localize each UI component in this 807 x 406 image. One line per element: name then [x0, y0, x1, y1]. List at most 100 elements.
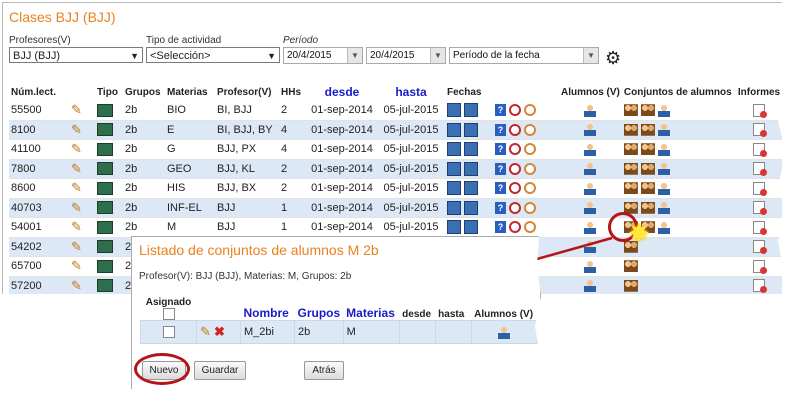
users-icon[interactable]	[623, 123, 638, 136]
user-icon[interactable]	[584, 259, 597, 273]
users-edit-icon[interactable]	[640, 104, 655, 117]
date-from-select[interactable]: 20/4/2015 ▼	[283, 47, 363, 64]
calendar-icon[interactable]	[447, 181, 461, 196]
users-icon[interactable]	[623, 260, 638, 273]
date-to-select[interactable]: 20/4/2015 ▼	[366, 47, 446, 64]
user-icon[interactable]	[584, 201, 597, 215]
calendar-icon[interactable]	[447, 142, 461, 157]
user-icon[interactable]	[584, 181, 597, 195]
col-hhs[interactable]: HHs	[279, 83, 307, 101]
calendar-icon[interactable]	[447, 103, 461, 118]
col-alumnos[interactable]: Alumnos (V)	[559, 83, 622, 101]
pencil-icon[interactable]: ✎	[71, 258, 82, 273]
col-grupos[interactable]: Grupos	[295, 297, 344, 321]
pencil-icon[interactable]: ✎	[200, 324, 211, 339]
users-icon[interactable]	[623, 143, 638, 156]
calendar-icon[interactable]	[447, 161, 461, 176]
report-icon[interactable]	[753, 181, 767, 196]
help-icon[interactable]: ?	[495, 123, 506, 136]
user-icon[interactable]	[584, 142, 597, 156]
tipo-select[interactable]: <Selección> ▼	[146, 47, 280, 63]
clock-icon[interactable]	[509, 182, 522, 195]
calendar-week-icon[interactable]	[464, 220, 479, 235]
pencil-icon[interactable]: ✎	[71, 239, 82, 254]
col-nombre[interactable]: Nombre	[241, 297, 295, 321]
col-tipo[interactable]: Tipo	[95, 83, 123, 101]
user-icon[interactable]	[658, 201, 671, 215]
clock-add-icon[interactable]	[524, 123, 537, 136]
col-grupos[interactable]: Grupos	[123, 83, 165, 101]
clock-icon[interactable]	[509, 162, 522, 175]
users-icon[interactable]	[623, 104, 638, 117]
pencil-icon[interactable]: ✎	[71, 161, 82, 176]
user-icon[interactable]	[658, 162, 671, 176]
calendar-week-icon[interactable]	[464, 122, 479, 137]
calendar-icon[interactable]	[447, 200, 461, 215]
user-icon[interactable]	[584, 220, 597, 234]
user-icon[interactable]	[584, 103, 597, 117]
users-icon[interactable]	[623, 162, 638, 175]
calendar-week-icon[interactable]	[464, 161, 479, 176]
row-checkbox[interactable]	[162, 326, 175, 339]
gear-icon[interactable]: ⚙	[605, 49, 621, 67]
users-edit-icon[interactable]	[640, 143, 655, 156]
clock-icon[interactable]	[509, 221, 522, 234]
report-icon[interactable]	[753, 259, 767, 274]
clock-add-icon[interactable]	[524, 201, 537, 214]
clock-icon[interactable]	[509, 123, 522, 136]
col-materias[interactable]: Materias	[343, 297, 399, 321]
users-icon[interactable]	[623, 182, 638, 195]
help-icon[interactable]: ?	[495, 162, 506, 175]
clock-icon[interactable]	[509, 104, 522, 117]
report-icon[interactable]	[753, 201, 767, 216]
delete-icon[interactable]: ✖	[214, 324, 225, 339]
report-icon[interactable]	[753, 123, 767, 138]
calendar-week-icon[interactable]	[464, 142, 479, 157]
col-num[interactable]: Núm.lect.	[9, 83, 69, 101]
report-icon[interactable]	[753, 240, 767, 255]
pencil-icon[interactable]: ✎	[71, 180, 82, 195]
user-icon[interactable]	[658, 142, 671, 156]
user-icon[interactable]	[584, 162, 597, 176]
help-icon[interactable]: ?	[495, 104, 506, 117]
col-materias[interactable]: Materias	[165, 83, 215, 101]
help-icon[interactable]: ?	[495, 201, 506, 214]
col-desde[interactable]: desde	[307, 83, 377, 101]
users-edit-icon[interactable]	[640, 182, 655, 195]
atras-button[interactable]: Atrás	[304, 361, 344, 380]
calendar-week-icon[interactable]	[464, 181, 479, 196]
report-icon[interactable]	[753, 142, 767, 157]
help-icon[interactable]: ?	[495, 221, 506, 234]
col-hasta[interactable]: hasta	[377, 83, 445, 101]
help-icon[interactable]: ?	[495, 182, 506, 195]
pencil-icon[interactable]: ✎	[71, 122, 82, 137]
user-icon[interactable]	[498, 325, 511, 339]
report-icon[interactable]	[753, 103, 767, 118]
user-icon[interactable]	[658, 123, 671, 137]
user-icon[interactable]	[584, 123, 597, 137]
user-icon[interactable]	[658, 103, 671, 117]
users-edit-icon[interactable]	[640, 123, 655, 136]
user-icon[interactable]	[658, 220, 671, 234]
calendar-icon[interactable]	[447, 220, 461, 235]
calendar-week-icon[interactable]	[464, 200, 479, 215]
pencil-icon[interactable]: ✎	[71, 200, 82, 215]
report-icon[interactable]	[753, 220, 767, 235]
clock-icon[interactable]	[509, 143, 522, 156]
guardar-button[interactable]: Guardar	[194, 361, 246, 380]
calendar-icon[interactable]	[447, 122, 461, 137]
profesores-select[interactable]: BJJ (BJJ) ▼	[9, 47, 143, 63]
col-profesor[interactable]: Profesor(V)	[215, 83, 279, 101]
clock-add-icon[interactable]	[524, 104, 537, 117]
report-icon[interactable]	[753, 162, 767, 177]
user-icon[interactable]	[658, 181, 671, 195]
report-icon[interactable]	[753, 279, 767, 294]
select-all-checkbox[interactable]	[162, 308, 175, 320]
clock-add-icon[interactable]	[524, 182, 537, 195]
pencil-icon[interactable]: ✎	[71, 278, 82, 293]
pencil-icon[interactable]: ✎	[71, 141, 82, 156]
help-icon[interactable]: ?	[495, 143, 506, 156]
users-icon[interactable]	[623, 279, 638, 292]
clock-icon[interactable]	[509, 201, 522, 214]
period-type-select[interactable]: Período de la fecha ▼	[449, 47, 599, 64]
